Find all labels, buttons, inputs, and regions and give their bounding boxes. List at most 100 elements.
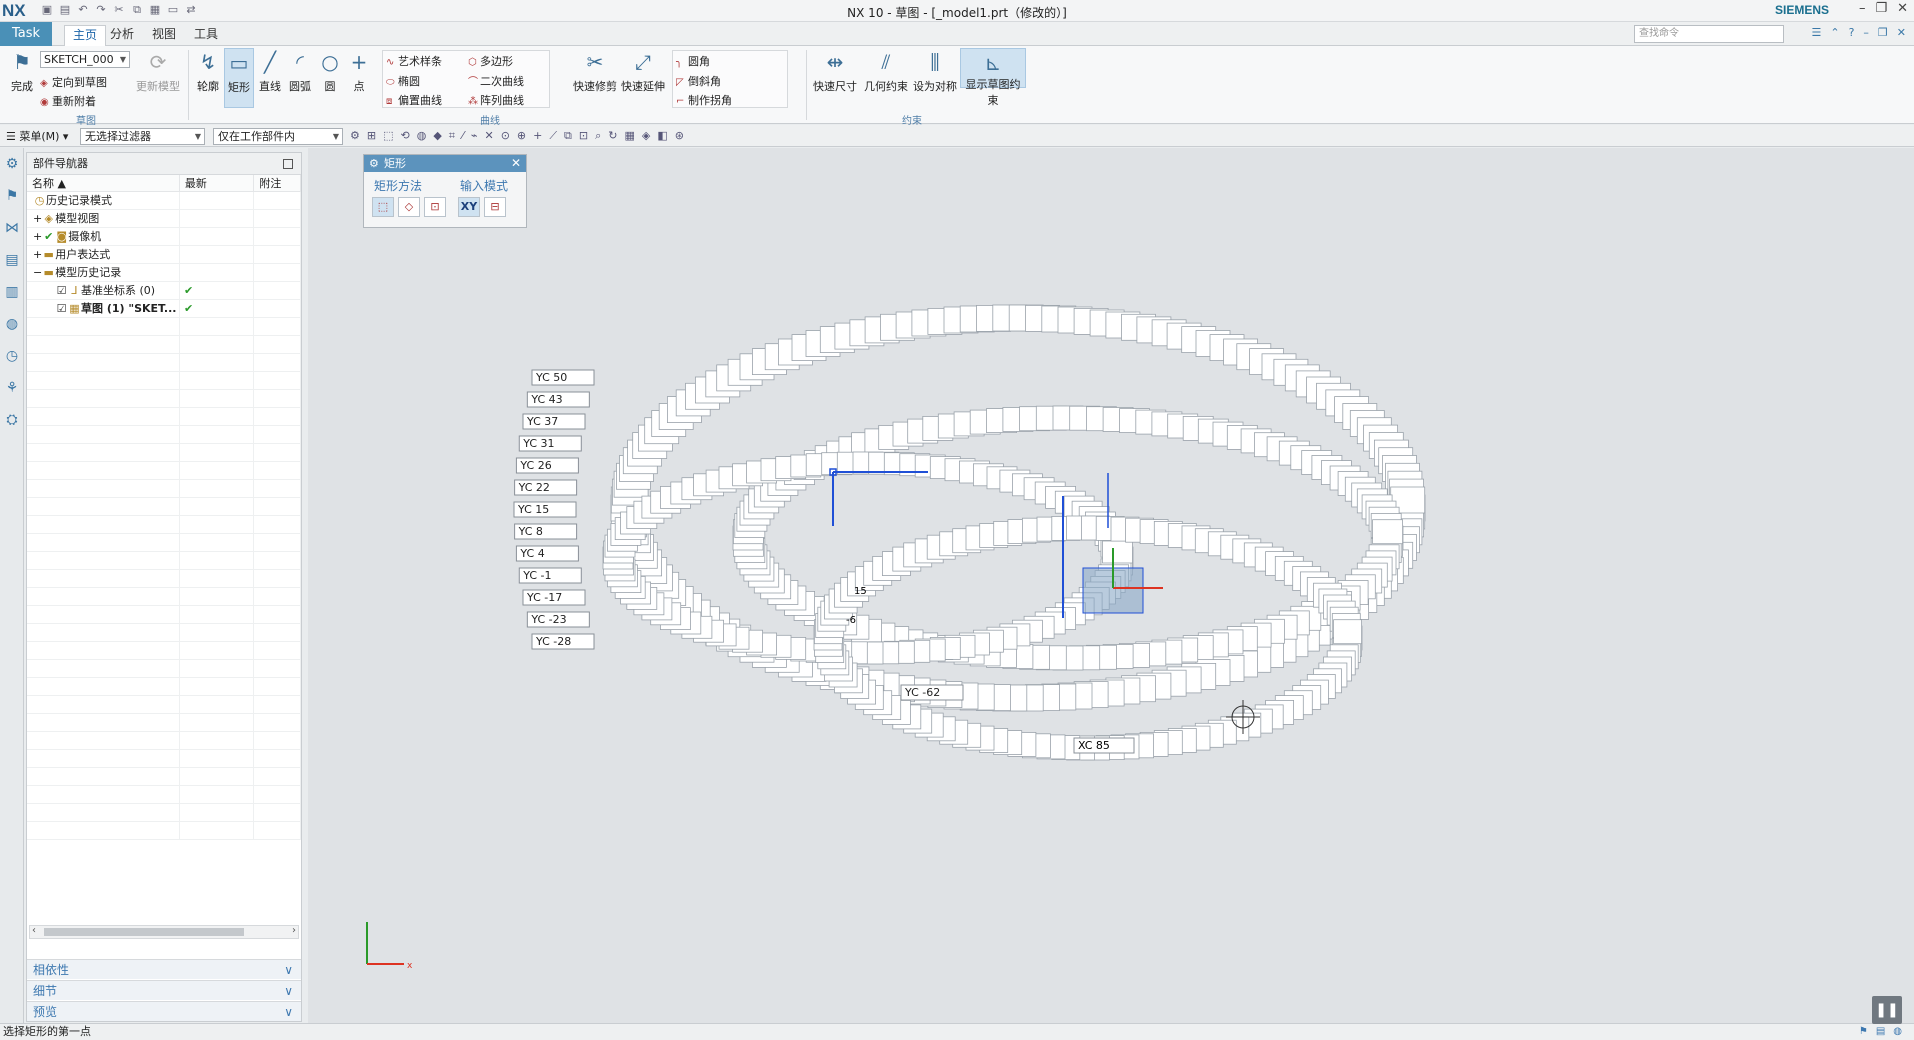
fillet-button[interactable]: ╮ 圆角 [676,53,710,69]
conic-button[interactable]: ⌒ 二次曲线 [468,73,524,89]
graphics-window[interactable]: x YC 50 YC 43 YC 37 YC 31 YC 26 YC 22 YC 15 YC … [308,148,1914,1023]
scroll-right-icon[interactable]: › [292,925,296,936]
tab-tools[interactable]: 工具 [186,25,226,46]
polygon-button[interactable]: ⬡ 多边形 [468,53,513,69]
layout-icon[interactable]: ▤ [1876,1024,1885,1040]
message-icon[interactable]: ⚑ [1859,1024,1868,1040]
details-panel[interactable]: 细节 ∨ [27,980,301,1000]
system-materials-icon[interactable]: ⛭ [0,404,24,436]
settings-icon[interactable]: ⚙ [0,148,24,180]
parameter-mode-icon[interactable]: ⊟ [484,197,506,217]
lasso-icon[interactable]: ⟲ [401,129,410,143]
studio-spline-button[interactable]: ∿ 艺术样条 [386,53,442,69]
dialog-title-bar[interactable]: ⚙ 矩形 ✕ [364,155,526,172]
by-two-points-icon[interactable]: ⬚ [372,197,394,217]
pause-icon[interactable]: ❚❚ [1872,996,1902,1024]
zoom-icon[interactable]: ⌕ [595,129,601,143]
column-comment[interactable]: 附注 [254,175,302,191]
doc-restore-icon[interactable]: ❐ [1878,26,1888,39]
tab-analysis[interactable]: 分析 [102,25,142,46]
from-center-icon[interactable]: ⊡ [424,197,446,217]
show-sketch-constraints-button[interactable]: ⊾ 显示草图约束 [960,48,1026,107]
quadrant-icon[interactable]: ⊕ [517,129,526,143]
close-icon[interactable]: ✕ [511,155,521,172]
horizontal-scrollbar[interactable]: ‹ › [29,925,299,939]
make-corner-button[interactable]: ⌐ 制作拐角 [676,92,732,108]
offset-curve-button[interactable]: ⧈ 偏置曲线 [386,92,442,108]
reuse-library-icon[interactable]: ▥ [0,276,24,308]
column-name[interactable]: 名称 ▲ [27,175,180,191]
web-browser-icon[interactable]: ◍ [0,308,24,340]
rotate-icon[interactable]: ↻ [608,129,617,143]
doc-close-icon[interactable]: ✕ [1897,26,1906,39]
tree-row-datum-csys[interactable]: ☑ ⅃ 基准坐标系 (0) ✔ [27,282,301,300]
column-uptodate[interactable]: 最新 [180,175,255,191]
type-filter-select[interactable]: 无选择过滤器 ▼ [80,128,205,145]
finish-sketch-button[interactable]: ⚑ 完成 [6,50,38,94]
fit-view-icon[interactable]: ⊡ [579,129,588,143]
geometric-constraints-button[interactable]: ⫽ 几何约束 [862,50,910,94]
tree-row-model-history[interactable]: −▬模型历史记录 [27,264,302,282]
tab-home[interactable]: 主页 [64,25,107,46]
task-tab[interactable]: Task [0,22,52,46]
restore-icon[interactable]: ❐ [1875,1,1887,16]
rectangle-button[interactable]: ▭ 矩形 [224,48,254,108]
tab-view[interactable]: 视图 [144,25,184,46]
ellipse-button[interactable]: ⬭ 椭圆 [386,73,420,89]
tree-row-cameras[interactable]: + ✔ ◙摄像机 [27,228,302,246]
maximize-icon[interactable] [283,159,293,169]
menu-button[interactable]: ☰ 菜单(M) ▾ [6,128,68,144]
face-filter-icon[interactable]: ◆ [433,129,441,143]
point-button[interactable]: + 点 [346,50,372,94]
tree-row-history-mode[interactable]: ◷ 历史记录模式 [27,192,302,210]
gear-icon[interactable]: ⚙ [369,155,379,172]
sketch-name-select[interactable]: SKETCH_000 ▼ [40,51,130,68]
preview-panel[interactable]: 预览 ∨ [27,1001,301,1021]
snap-options-icon[interactable]: ⚙ [350,129,360,143]
control-point-icon[interactable]: ⌁ [471,129,478,143]
ribbon-options-icon[interactable]: ☰ [1811,26,1821,39]
tree-row-model-views[interactable]: + ◈ 模型视图 [27,210,302,228]
existing-point-icon[interactable]: + [533,129,542,143]
quick-trim-button[interactable]: ✂ 快速修剪 [572,50,618,94]
body-filter-icon[interactable]: ◍ [417,129,427,143]
part-navigator-icon[interactable]: ▤ [0,244,24,276]
orient-to-sketch-button[interactable]: ◈ 定向到草图 [40,74,107,90]
display-mode-icon[interactable]: ◧ [657,129,667,143]
make-symmetric-button[interactable]: ⫼ 设为对称 [912,50,958,94]
arc-button[interactable]: ◜ 圆弧 [286,50,314,94]
tree-row-sketch[interactable]: ☑ ▦草图 (1) "SKET... ✔ [27,300,301,318]
point-on-curve-icon[interactable]: ⟋ [549,129,557,143]
quick-extend-button[interactable]: ⤢ 快速延伸 [620,50,666,94]
command-search-input[interactable]: 查找命令 [1634,25,1784,43]
rapid-dimension-button[interactable]: ⇹ 快速尺寸 [812,50,858,94]
scroll-left-icon[interactable]: ‹ [32,925,36,936]
chamfer-button[interactable]: ◸ 倒斜角 [676,73,721,89]
by-three-points-icon[interactable]: ◇ [398,197,420,217]
profile-button[interactable]: ↯ 轮廓 [194,50,222,94]
assembly-navigator-icon[interactable]: ⚑ [0,180,24,212]
checkbox-icon[interactable]: ☑ [55,300,68,317]
intersection-icon[interactable]: ✕ [484,129,493,143]
minimize-icon[interactable]: – [1859,1,1866,16]
end-point-icon[interactable]: ⌗ [449,129,455,143]
sketch-canvas[interactable]: x YC 50 YC 43 YC 37 YC 31 YC 26 YC 22 YC 15 YC … [308,148,1914,1023]
snap-filter-icon[interactable]: ⧉ [564,129,572,143]
roles-icon[interactable]: ⚘ [0,372,24,404]
work-layer-icon[interactable]: ⊛ [675,129,684,143]
arc-center-icon[interactable]: ⊙ [501,129,510,143]
scroll-thumb[interactable] [44,928,244,936]
orient-view-icon[interactable]: ◈ [642,129,650,143]
close-icon[interactable]: ✕ [1897,1,1908,16]
reattach-button[interactable]: ◉ 重新附着 [40,93,96,109]
xy-mode-button[interactable]: XY [458,197,480,217]
help-icon[interactable]: ? [1849,26,1855,39]
doc-minimize-icon[interactable]: – [1863,26,1869,39]
tree-row-user-expressions[interactable]: +▬用户表达式 [27,246,302,264]
history-icon[interactable]: ◷ [0,340,24,372]
dependencies-panel[interactable]: 相依性 ∨ [27,959,301,979]
pattern-curve-button[interactable]: ⁂ 阵列曲线 [468,92,524,108]
network-icon[interactable]: ◍ [1893,1024,1902,1040]
render-style-icon[interactable]: ▦ [625,129,635,143]
collapse-ribbon-icon[interactable]: ⌃ [1830,26,1839,39]
